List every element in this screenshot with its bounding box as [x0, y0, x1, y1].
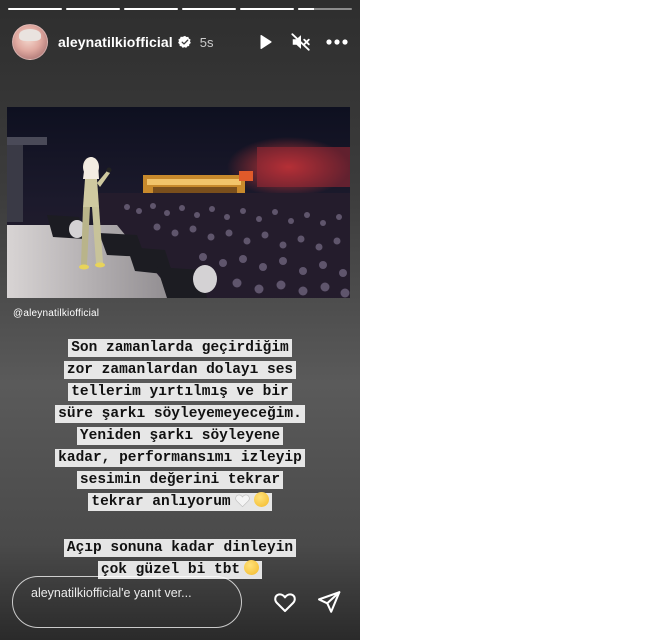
progress-segment [8, 8, 62, 10]
progress-segment [124, 8, 178, 10]
avatar[interactable] [12, 24, 48, 60]
more-options-button[interactable] [326, 31, 348, 53]
caption-line: zor zamanlardan dolayı ses [63, 360, 297, 380]
concert-video[interactable] [7, 107, 350, 298]
story-time: 5s [199, 34, 214, 50]
story-caption-main: Son zamanlarda geçirdiğim zor zamanlarda… [20, 338, 340, 514]
concert-scene-image [7, 107, 350, 298]
send-icon[interactable] [316, 589, 342, 615]
play-button[interactable] [254, 31, 276, 53]
story-viewer[interactable]: aleynatilkiofficial 5s @aleynatilkioffic… [0, 0, 360, 640]
mention-tag[interactable]: @aleynatilkiofficial [13, 308, 99, 319]
footer-actions [272, 589, 342, 615]
progress-segment [182, 8, 236, 10]
mute-button[interactable] [290, 31, 312, 53]
progress-segment [240, 8, 294, 10]
story-actions [254, 31, 348, 53]
username[interactable]: aleynatilkiofficial [58, 34, 173, 50]
progress-segment [298, 8, 352, 10]
progress-segment [66, 8, 120, 10]
caption-line-last: tekrar anlıyorum [88, 492, 272, 512]
caption-line: tellerim yırtılmış ve bir [68, 382, 292, 402]
play-icon [260, 34, 272, 50]
mute-icon [291, 33, 310, 51]
story-header: aleynatilkiofficial 5s [12, 24, 348, 60]
story-progress-bars [8, 8, 352, 10]
story-footer: aleynatilkiofficial'e yanıt ver... [12, 572, 348, 632]
verified-badge-icon [177, 35, 191, 48]
caption-line: süre şarkı söyleyemeyeceğim. [55, 404, 305, 424]
more-icon [326, 39, 348, 45]
caption-line: Açıp sonuna kadar dinleyin [63, 538, 297, 558]
white-heart-icon [234, 494, 250, 507]
tear-smile-emoji-icon [253, 492, 269, 507]
reply-input[interactable]: aleynatilkiofficial'e yanıt ver... [12, 576, 242, 628]
caption-line: Yeniden şarkı söyleyene [76, 426, 284, 446]
caption-line: Son zamanlarda geçirdiğim [68, 338, 292, 358]
caption-line: sesimin değerini tekrar [76, 470, 284, 490]
heart-icon[interactable] [272, 589, 298, 615]
caption-line: kadar, performansımı izleyip [55, 448, 305, 468]
